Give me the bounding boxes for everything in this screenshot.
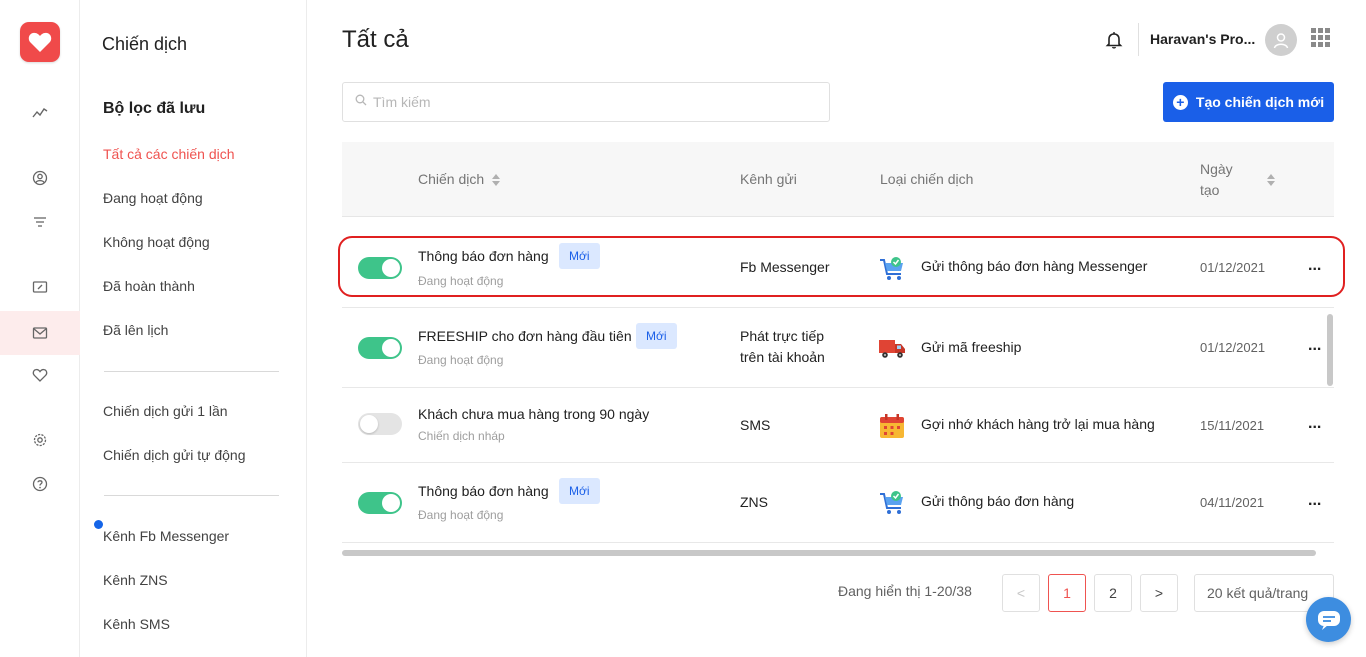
table-row[interactable]: Thông báo đơn hàng Mới Đang hoạt động ZN… [342, 463, 1334, 543]
app-logo-heart-icon[interactable] [20, 22, 60, 62]
campaign-name[interactable]: Thông báo đơn hàng [418, 483, 549, 499]
column-type: Loại chiến dịch [880, 171, 974, 187]
filter-inactive[interactable]: Không hoạt động [103, 234, 210, 250]
chat-support-icon[interactable] [1306, 597, 1351, 642]
page-button-2[interactable]: 2 [1094, 574, 1132, 612]
filter-active[interactable]: Đang hoạt động [103, 190, 203, 206]
campaign-toggle[interactable] [358, 337, 402, 359]
truck-icon [878, 334, 906, 362]
more-actions-icon[interactable]: ... [1308, 415, 1321, 433]
sidebar-title: Chiến dịch [102, 34, 188, 54]
column-campaign-label: Chiến dịch [418, 171, 485, 187]
new-badge: Mới [636, 323, 677, 349]
column-created-date[interactable]: Ngày tạo [1200, 159, 1233, 201]
filter-one-time[interactable]: Chiến dịch gửi 1 lần [103, 403, 228, 419]
customer-icon[interactable] [0, 156, 80, 200]
search-input[interactable] [373, 94, 793, 110]
search-box[interactable] [342, 82, 830, 122]
campaign-date: 04/11/2021 [1200, 495, 1265, 510]
page-title: Tất cả [342, 26, 409, 53]
more-actions-icon[interactable]: ... [1308, 337, 1321, 355]
prev-page-button[interactable]: < [1002, 574, 1040, 612]
campaign-status: Chiến dịch nháp [418, 429, 505, 443]
table-row[interactable]: Khách chưa mua hàng trong 90 ngày Chiến … [342, 388, 1334, 463]
campaign-type: Gợi nhớ khách hàng trở lại mua hàng [921, 416, 1155, 432]
icon-rail [0, 0, 80, 657]
apps-grid-icon[interactable] [1311, 28, 1330, 47]
campaign-name[interactable]: Khách chưa mua hàng trong 90 ngày [418, 406, 649, 422]
new-badge: Mới [559, 478, 600, 504]
table-row[interactable]: FREESHIP cho đơn hàng đầu tiên Mới Đang … [342, 308, 1334, 388]
filter-channel-zns[interactable]: Kênh ZNS [103, 572, 168, 588]
campaign-mail-icon[interactable] [0, 311, 80, 355]
filter-scheduled[interactable]: Đã lên lịch [103, 322, 168, 338]
campaign-toggle[interactable] [358, 413, 402, 435]
pagination-summary: Đang hiển thị 1-20/38 [838, 583, 972, 599]
campaign-channel: SMS [740, 417, 771, 433]
horizontal-scrollbar[interactable] [342, 550, 1316, 556]
sort-icon[interactable] [1267, 174, 1275, 186]
column-date-label-line1: Ngày [1200, 161, 1233, 177]
campaign-channel: ZNS [740, 494, 768, 510]
calendar-icon [878, 412, 906, 440]
cart-check-icon [878, 489, 906, 517]
create-campaign-button[interactable]: + Tạo chiến dịch mới [1163, 82, 1334, 122]
more-actions-icon[interactable]: ... [1308, 492, 1321, 510]
vertical-scrollbar[interactable] [1327, 314, 1333, 386]
loyalty-heart-icon[interactable] [0, 353, 80, 397]
campaign-type: Gửi mã freeship [921, 339, 1022, 355]
campaign-date: 15/11/2021 [1200, 418, 1265, 433]
help-icon[interactable] [0, 462, 80, 506]
campaign-channel-line2: trên tài khoản [740, 349, 825, 365]
filter-channel-sms[interactable]: Kênh SMS [103, 616, 170, 632]
column-channel: Kênh gửi [740, 171, 797, 187]
table-header: Chiến dịch Kênh gửi Loại chiến dịch Ngày… [342, 142, 1334, 217]
column-date-label-line2: tạo [1200, 182, 1220, 198]
notification-dot [94, 520, 103, 529]
campaign-status: Đang hoạt động [418, 508, 504, 522]
store-name[interactable]: Haravan's Pro... [1150, 31, 1255, 47]
saved-filters-heading: Bộ lọc đã lưu [103, 100, 206, 117]
next-page-button[interactable]: > [1140, 574, 1178, 612]
analytics-icon[interactable] [0, 91, 80, 135]
header-divider [1138, 23, 1139, 56]
settings-gear-icon[interactable] [0, 418, 80, 462]
campaign-date: 01/12/2021 [1200, 340, 1266, 355]
avatar[interactable] [1265, 24, 1297, 56]
filter-completed[interactable]: Đã hoàn thành [103, 278, 195, 294]
filter-channel-messenger[interactable]: Kênh Fb Messenger [103, 528, 229, 544]
create-campaign-label: Tạo chiến dịch mới [1195, 94, 1325, 110]
plus-circle-icon: + [1172, 94, 1188, 110]
column-campaign[interactable]: Chiến dịch [418, 171, 501, 187]
filter-automated[interactable]: Chiến dịch gửi tự động [103, 447, 246, 463]
per-page-value: 20 kết quả/trang [1207, 585, 1309, 601]
campaign-channel: Phát trực tiếp trên tài khoản [740, 326, 825, 368]
campaign-type: Gửi thông báo đơn hàng [921, 493, 1075, 509]
campaign-sidebar: Chiến dịch Bộ lọc đã lưu Tất cả các chiế… [80, 0, 307, 657]
sidebar-divider [104, 495, 279, 496]
campaign-status: Đang hoạt động [418, 353, 504, 367]
sort-icon[interactable] [492, 174, 501, 187]
campaign-channel-line1: Phát trực tiếp [740, 328, 825, 344]
bell-icon[interactable] [1104, 30, 1124, 50]
filter-all-campaigns[interactable]: Tất cả các chiến dịch [103, 146, 235, 162]
campaign-name[interactable]: FREESHIP cho đơn hàng đầu tiên [418, 328, 632, 344]
filter-icon[interactable] [0, 200, 80, 244]
search-icon [355, 93, 367, 111]
voucher-icon[interactable] [0, 265, 80, 309]
page-button-1[interactable]: 1 [1048, 574, 1086, 612]
campaign-toggle[interactable] [358, 492, 402, 514]
sidebar-divider [104, 371, 279, 372]
highlight-annotation [338, 236, 1345, 297]
